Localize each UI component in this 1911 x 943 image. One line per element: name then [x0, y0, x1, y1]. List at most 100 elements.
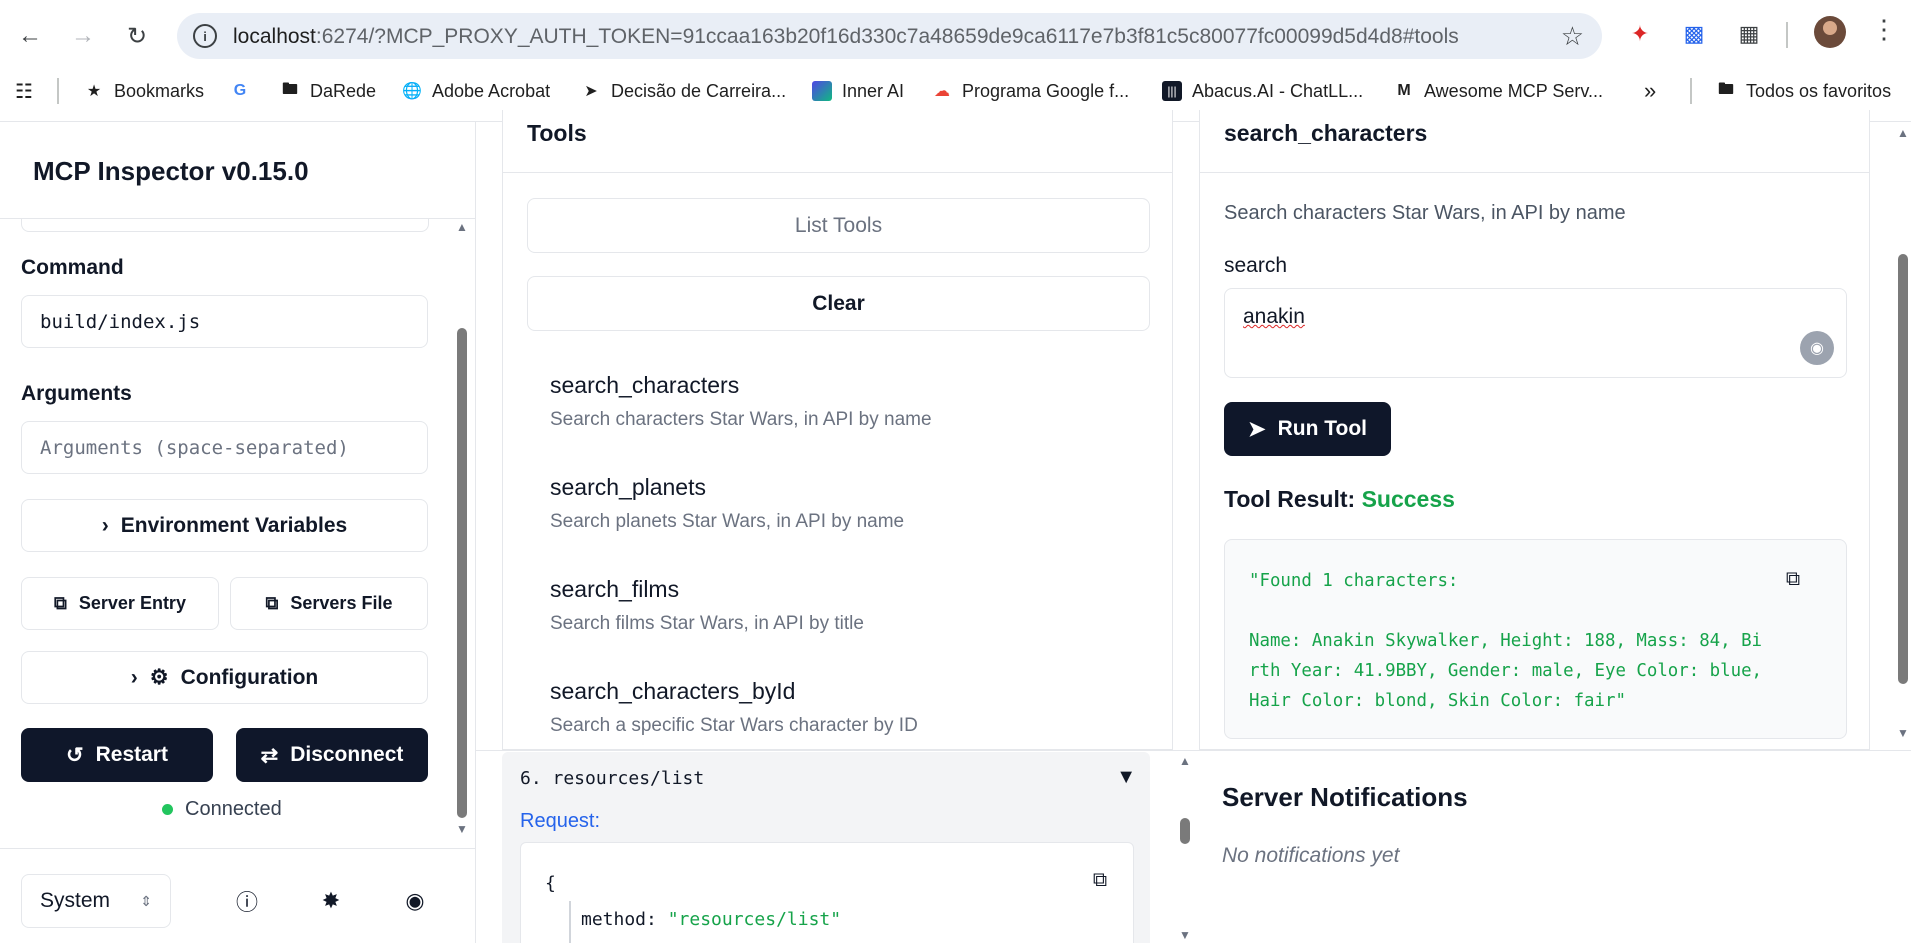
url-text[interactable]: localhost:6274/?MCP_PROXY_AUTH_TOKEN=91c… — [233, 25, 1459, 49]
restart-button[interactable]: ↺ Restart — [21, 728, 213, 782]
github-icon[interactable]: ◉ — [398, 884, 432, 918]
server-entry-button[interactable]: ⧉ Server Entry — [21, 577, 219, 630]
profile-avatar[interactable] — [1814, 16, 1846, 48]
transport-select-stub[interactable] — [21, 218, 429, 232]
folder-icon: 🖿 — [1717, 80, 1734, 98]
bookmark-adobe-acrobat[interactable]: 🌐 Adobe Acrobat — [402, 72, 550, 110]
tool-detail-title: search_characters — [1224, 120, 1428, 146]
scroll-up-icon[interactable]: ▲ — [456, 220, 468, 234]
command-input[interactable]: build/index.js — [21, 295, 428, 348]
clear-button[interactable]: Clear — [527, 276, 1150, 331]
configuration-button[interactable]: › ⚙ Configuration — [21, 651, 428, 704]
disconnect-button[interactable]: ⇄ Disconnect — [236, 728, 428, 782]
scroll-thumb[interactable] — [1898, 254, 1908, 684]
pane-resize-divider[interactable] — [476, 750, 1911, 751]
folder-icon: 🖿 — [281, 80, 298, 98]
browser-chrome: ← → ↻ i localhost:6274/?MCP_PROXY_AUTH_T… — [0, 0, 1911, 122]
bookmark-darede[interactable]: 🖿 DaRede — [280, 72, 376, 110]
bookmarks-bar: ☷ ★ Bookmarks G 🖿 DaRede 🌐 Adobe Acrobat ➤ D… — [0, 72, 1911, 110]
copy-result-icon[interactable]: ⧉ — [1780, 566, 1806, 592]
tool-description: Search characters Star Wars, in API by n… — [1224, 202, 1626, 224]
detail-scrollbar[interactable]: ▲ ▼ — [1896, 122, 1910, 742]
environment-variables-button[interactable]: › Environment Variables — [21, 499, 428, 552]
scroll-down-icon[interactable]: ▼ — [456, 822, 468, 836]
tool-item-search-characters-byid[interactable]: search_characters_byId Search a specific… — [550, 678, 918, 737]
bookmark-awesome-mcp[interactable]: M Awesome MCP Serv... — [1394, 72, 1603, 110]
bug-icon[interactable]: ✸ — [314, 884, 348, 918]
tool-item-search-films[interactable]: search_films Search films Star Wars, in … — [550, 576, 864, 635]
send-icon: ➤ — [1247, 417, 1266, 441]
globe-icon: 🌐 — [402, 83, 422, 100]
footer-divider — [0, 848, 476, 849]
copy-request-icon[interactable]: ⧉ — [1087, 867, 1113, 893]
bookmark-icon: ➤ — [584, 83, 598, 100]
bookmark-programa-google[interactable]: ☁ Programa Google f... — [932, 72, 1129, 110]
apps-grid-icon[interactable]: ☷ — [14, 72, 34, 110]
site-info-icon[interactable]: i — [193, 24, 217, 48]
google-cloud-icon: ☁ — [934, 83, 950, 100]
bookmark-abacus-ai[interactable]: ||| Abacus.AI - ChatLL... — [1162, 72, 1363, 110]
extensions-puzzle-icon[interactable]: ▦ — [1733, 18, 1765, 50]
browser-menu-icon[interactable]: ⋮ — [1871, 14, 1897, 45]
gear-icon: ⚙ — [149, 666, 169, 689]
bookmarks-separator-right — [1690, 78, 1692, 104]
list-tools-button[interactable]: List Tools — [527, 198, 1150, 253]
robot-icon[interactable]: ◉ — [1800, 331, 1834, 365]
toolbar-separator — [1786, 22, 1788, 48]
tools-title: Tools — [527, 120, 587, 146]
search-param-input[interactable]: anakin ◉ — [1224, 288, 1847, 378]
scroll-down-icon[interactable]: ▼ — [1897, 726, 1909, 740]
copy-icon: ⧉ — [265, 593, 279, 613]
address-bar[interactable]: i localhost:6274/?MCP_PROXY_AUTH_TOKEN=9… — [177, 13, 1602, 59]
server-notifications-title: Server Notifications — [1222, 782, 1468, 812]
extension-blocks-icon[interactable]: ▩ — [1678, 18, 1710, 50]
abacus-icon: ||| — [1162, 81, 1182, 101]
sidebar: MCP Inspector v0.15.0 Command build/inde… — [0, 122, 476, 943]
scroll-down-icon[interactable]: ▼ — [1179, 928, 1191, 942]
bookmark-star-icon[interactable]: ☆ — [1561, 21, 1584, 52]
extension-red-icon[interactable]: ✦ — [1624, 18, 1656, 50]
scroll-up-icon[interactable]: ▲ — [1179, 754, 1191, 768]
sidebar-scrollbar[interactable]: ▲ ▼ — [455, 218, 469, 840]
forward-icon[interactable]: → — [65, 18, 101, 54]
scroll-up-icon[interactable]: ▲ — [1897, 126, 1909, 140]
bookmark-inner-ai[interactable]: Inner AI — [812, 72, 904, 110]
chevron-right-icon: › — [101, 513, 109, 537]
search-param-label: search — [1224, 254, 1288, 277]
reload-icon[interactable]: ↻ — [119, 18, 155, 54]
chevron-right-icon: › — [130, 665, 138, 689]
panel-divider — [503, 172, 1172, 173]
bookmark-bookmarks[interactable]: ★ Bookmarks — [84, 72, 204, 110]
run-tool-button[interactable]: ➤ Run Tool — [1224, 402, 1391, 456]
bookmark-google[interactable]: G — [230, 72, 250, 110]
help-icon[interactable]: ⓘ — [230, 884, 264, 918]
tool-item-search-planets[interactable]: search_planets Search planets Star Wars,… — [550, 474, 904, 533]
history-entry[interactable]: 6. resources/list ▼ Request: { method: "… — [502, 752, 1150, 943]
all-bookmarks[interactable]: 🖿 Todos os favoritos — [1716, 72, 1891, 110]
history-entry-title: 6. resources/list — [520, 768, 705, 789]
collapse-triangle-icon[interactable]: ▼ — [1116, 766, 1136, 789]
back-icon[interactable]: ← — [12, 18, 48, 54]
scroll-thumb[interactable] — [457, 328, 467, 818]
tools-panel: Tools List Tools Clear search_characters… — [502, 110, 1173, 750]
code-method-line: method: "resources/list" — [581, 909, 842, 930]
history-scrollbar[interactable]: ▲ ▼ — [1176, 752, 1194, 943]
theme-select[interactable]: System ⇕ — [21, 874, 171, 928]
panel-divider — [1200, 172, 1869, 173]
tool-item-search-characters[interactable]: search_characters Search characters Star… — [550, 372, 932, 431]
request-label: Request: — [520, 810, 601, 832]
tool-result-heading: Tool Result: Success — [1224, 486, 1455, 512]
servers-file-button[interactable]: ⧉ Servers File — [230, 577, 428, 630]
more-bookmarks-icon[interactable]: » — [1644, 72, 1656, 110]
command-label: Command — [21, 256, 124, 279]
disconnect-icon: ⇄ — [260, 743, 279, 767]
chevron-updown-icon: ⇕ — [140, 892, 152, 909]
tool-result-output: "Found 1 characters: Name: Anakin Skywal… — [1224, 539, 1847, 739]
arguments-input[interactable]: Arguments (space-separated) — [21, 421, 428, 474]
google-icon: G — [233, 82, 247, 99]
scroll-thumb[interactable] — [1180, 818, 1190, 844]
code-brace: { — [545, 873, 556, 894]
bookmark-decisao-carreira[interactable]: ➤ Decisão de Carreira... — [581, 72, 786, 110]
connection-status: Connected — [162, 798, 282, 821]
arguments-label: Arguments — [21, 382, 132, 405]
